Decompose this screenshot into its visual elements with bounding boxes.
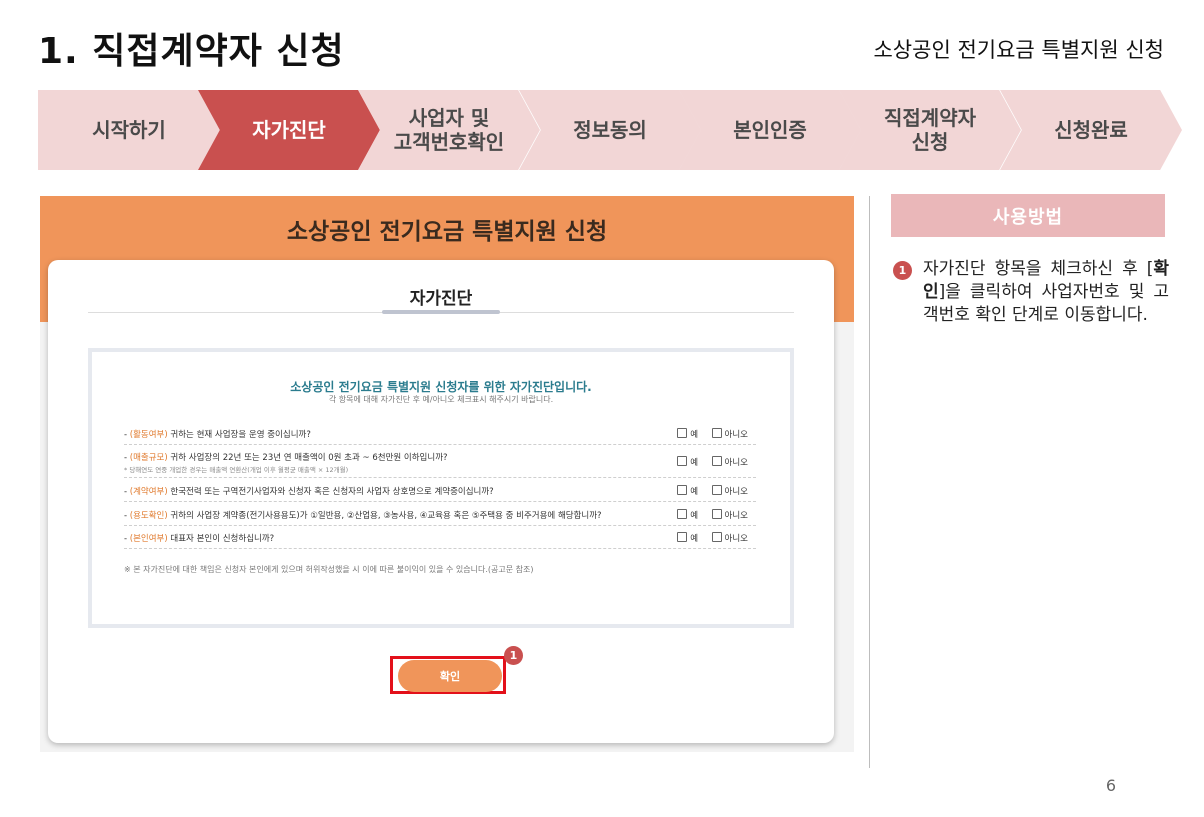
question-subheading: 각 항목에 대해 자가진단 후 예/아니오 체크표시 해주시기 바랍니다.: [328, 395, 554, 404]
question-heading: 소상공인 전기요금 특별지원 신청자를 위한 자가진단입니다.: [290, 380, 592, 394]
question-row: - (활동여부) 귀하는 현재 사업장을 운영 중이십니까? 예 아니오: [124, 428, 756, 445]
question-text: 귀하의 사업장 계약종(전기사용용도)가 ①일반용, ②산업용, ③농사용, ④…: [170, 511, 602, 521]
question-options: 예 아니오: [677, 509, 748, 521]
help-instructions: 자가진단 항목을 체크하신 후 [확인]을 클릭하여 사업자번호 및 고객번호 …: [923, 259, 1169, 325]
question-options: 예 아니오: [677, 456, 748, 468]
question-row: - (계약여부) 한국전력 또는 구역전기사업자와 신청자 혹은 신청자의 사업…: [124, 485, 756, 502]
disclaimer: ※ 본 자가진단에 대한 책임은 신청자 본인에게 있으며 허위작성했을 시 이…: [124, 565, 534, 574]
no-checkbox[interactable]: [711, 456, 722, 466]
question-tag: (용도확인): [129, 511, 168, 521]
question-row: - (본인여부) 대표자 본인이 신청하십니까? 예 아니오: [124, 532, 756, 549]
step-business-number: 사업자 및 고객번호확인: [358, 90, 540, 170]
question-note: * 당해연도 연중 개업한 경우는 매출액 연환산(개업 이후 월평균 매출액 …: [124, 466, 349, 474]
step-self-diagnosis: 자가진단: [198, 90, 380, 170]
vertical-divider: [869, 196, 870, 768]
question-options: 예 아니오: [677, 428, 748, 440]
no-checkbox[interactable]: [711, 509, 722, 519]
question-tag: (본인여부): [129, 534, 168, 544]
question-tag: (계약여부): [129, 487, 168, 497]
question-options: 예 아니오: [677, 532, 748, 544]
screenshot-panel: 소상공인 전기요금 특별지원 신청 자가진단 소상공인 전기요금 특별지원 신청…: [40, 196, 854, 752]
step-marker-badge: 1: [504, 646, 523, 665]
question-box: 소상공인 전기요금 특별지원 신청자를 위한 자가진단입니다. 각 항목에 대해…: [88, 348, 794, 628]
question-options: 예 아니오: [677, 485, 748, 497]
question-text: 한국전력 또는 구역전기사업자와 신청자 혹은 신청자의 사업자 상호명으로 계…: [170, 487, 494, 497]
question-text: 귀하는 현재 사업장을 운영 중이십니까?: [170, 430, 311, 440]
card-title-underline: [382, 310, 500, 314]
question-text: 귀하 사업장의 22년 또는 23년 연 매출액이 0원 초과 ~ 6천만원 이…: [170, 453, 448, 463]
step-start: 시작하기: [38, 90, 220, 170]
no-checkbox[interactable]: [711, 532, 722, 542]
no-checkbox[interactable]: [711, 428, 722, 438]
yes-checkbox[interactable]: [677, 509, 688, 519]
confirm-button[interactable]: 확인: [398, 660, 502, 692]
yes-checkbox[interactable]: [677, 428, 688, 438]
help-title: 사용방법: [891, 194, 1165, 237]
yes-checkbox[interactable]: [677, 456, 688, 466]
help-marker-badge: 1: [893, 261, 912, 280]
question-tag: (매출규모): [129, 453, 168, 463]
yes-checkbox[interactable]: [677, 485, 688, 495]
question-text: 대표자 본인이 신청하십니까?: [170, 534, 275, 544]
question-row: - (매출규모) 귀하 사업장의 22년 또는 23년 연 매출액이 0원 초과…: [124, 451, 756, 478]
step-identity-verification: 본인인증: [679, 90, 861, 170]
page-title: 1. 직접계약자 신청: [38, 31, 345, 72]
step-direct-contract: 직접계약자 신청: [839, 90, 1021, 170]
question-row: - (용도확인) 귀하의 사업장 계약종(전기사용용도)가 ①일반용, ②산업용…: [124, 509, 756, 526]
page-subtitle: 소상공인 전기요금 특별지원 신청: [873, 38, 1164, 62]
step-complete: 신청완료: [1000, 90, 1182, 170]
page-number: 6: [1105, 776, 1116, 795]
banner-title: 소상공인 전기요금 특별지원 신청: [286, 219, 608, 245]
diagnosis-card: 자가진단 소상공인 전기요금 특별지원 신청자를 위한 자가진단입니다. 각 항…: [48, 260, 834, 743]
question-tag: (활동여부): [129, 430, 168, 440]
no-checkbox[interactable]: [711, 485, 722, 495]
yes-checkbox[interactable]: [677, 532, 688, 542]
step-consent: 정보동의: [519, 90, 701, 170]
progress-steps: 시작하기 자가진단 사업자 및 고객번호확인 정보동의 본인인증 직접계약자 신…: [38, 90, 1182, 170]
card-title: 자가진단: [409, 289, 473, 309]
